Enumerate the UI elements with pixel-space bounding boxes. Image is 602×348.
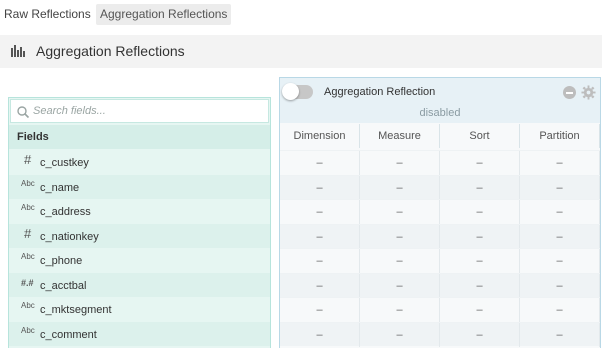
reflection-cell-dimension[interactable]: – <box>280 224 360 249</box>
field-row[interactable]: Abc c_comment <box>9 321 270 346</box>
search-placeholder: Search fields... <box>33 105 106 117</box>
reflection-cell-partition[interactable]: – <box>520 322 600 347</box>
remove-reflection-icon[interactable] <box>563 86 576 99</box>
field-row[interactable]: #.# c_acctbal <box>9 272 270 297</box>
reflection-cell-sort[interactable]: – <box>440 151 520 176</box>
aggregation-reflection-panel: Aggregation Reflection disabled Dimensio… <box>279 77 601 348</box>
field-name: c_custkey <box>40 157 89 169</box>
section-header: Aggregation Reflections <box>0 35 602 68</box>
field-name: c_address <box>40 206 91 218</box>
search-icon <box>17 106 30 119</box>
reflection-row: – – – – <box>280 199 600 225</box>
reflection-cell-sort[interactable]: – <box>440 273 520 298</box>
field-type-icon: Abc <box>21 178 35 188</box>
fields-panel: Search fields... Fields # c_custkey Abc c_n… <box>8 97 271 348</box>
reflection-cell-dimension[interactable]: – <box>280 298 360 323</box>
reflection-row: – – – – <box>280 223 600 249</box>
reflection-enable-toggle[interactable] <box>282 83 313 100</box>
reflection-row: – – – – <box>280 272 600 298</box>
reflection-cell-sort[interactable]: – <box>440 249 520 274</box>
reflection-cell-partition[interactable]: – <box>520 298 600 323</box>
field-type-icon: Abc <box>21 252 35 261</box>
tab-raw-reflections[interactable]: Raw Reflections <box>0 4 95 25</box>
search-input[interactable]: Search fields... <box>10 99 269 123</box>
reflection-cell-partition[interactable]: – <box>520 273 600 298</box>
reflection-row: – – – – <box>280 174 600 200</box>
reflection-cell-measure[interactable]: – <box>360 249 440 274</box>
reflection-cell-sort[interactable]: – <box>440 175 520 200</box>
reflection-row: – – – – <box>280 150 600 176</box>
field-type-icon: Abc <box>21 203 35 212</box>
reflection-cell-measure[interactable]: – <box>360 224 440 249</box>
reflection-cell-measure[interactable]: – <box>360 200 440 225</box>
field-name: c_nationkey <box>40 230 99 243</box>
gear-icon[interactable] <box>581 85 596 100</box>
reflection-tabs: Raw Reflections Aggregation Reflections <box>0 0 602 30</box>
fields-header: Fields <box>9 125 270 149</box>
field-row[interactable]: Abc c_mktsegment <box>9 297 270 322</box>
reflection-cell-sort[interactable]: – <box>440 298 520 323</box>
reflection-cell-measure[interactable]: – <box>360 322 440 347</box>
reflection-cell-measure[interactable]: – <box>360 151 440 176</box>
reflection-row: – – – – <box>280 297 600 323</box>
field-row[interactable]: Abc c_address <box>9 199 270 224</box>
reflection-cell-partition[interactable]: – <box>520 200 600 225</box>
reflection-cell-measure[interactable]: – <box>360 175 440 200</box>
field-row[interactable]: Abc c_phone <box>9 248 270 273</box>
reflection-cell-partition[interactable]: – <box>520 224 600 249</box>
column-header-sort: Sort <box>440 124 520 148</box>
reflection-cell-measure[interactable]: – <box>360 273 440 298</box>
field-name: c_comment <box>40 328 97 341</box>
field-row[interactable]: # c_custkey <box>9 150 270 175</box>
reflection-row: – – – – <box>280 248 600 274</box>
bar-chart-icon <box>11 45 25 57</box>
reflection-title: Aggregation Reflection <box>324 86 436 98</box>
tab-aggregation-reflections[interactable]: Aggregation Reflections <box>96 4 232 25</box>
reflection-cell-dimension[interactable]: – <box>280 151 360 176</box>
reflection-row: – – – – <box>280 321 600 347</box>
field-row[interactable]: Abc c_name <box>9 174 270 199</box>
column-header-dimension: Dimension <box>280 124 360 148</box>
reflection-cell-sort[interactable]: – <box>440 322 520 347</box>
field-type-icon: Abc <box>21 325 35 335</box>
reflection-cell-partition[interactable]: – <box>520 175 600 200</box>
reflection-cell-dimension[interactable]: – <box>280 322 360 347</box>
reflection-cell-dimension[interactable]: – <box>280 200 360 225</box>
field-type-icon: #.# <box>21 277 34 288</box>
section-title: Aggregation Reflections <box>36 43 185 59</box>
reflection-cell-measure[interactable]: – <box>360 298 440 323</box>
reflection-cell-dimension[interactable]: – <box>280 273 360 298</box>
field-name: c_name <box>40 181 80 194</box>
toggle-knob <box>282 83 299 100</box>
reflection-cell-partition[interactable]: – <box>520 249 600 274</box>
reflection-cell-dimension[interactable]: – <box>280 249 360 274</box>
reflection-cell-sort[interactable]: – <box>440 200 520 225</box>
field-row[interactable]: # c_nationkey <box>9 223 270 248</box>
column-header-measure: Measure <box>360 124 440 148</box>
column-header-partition: Partition <box>520 124 600 148</box>
field-type-icon: Abc <box>21 301 35 310</box>
reflection-cell-sort[interactable]: – <box>440 224 520 249</box>
reflection-cell-partition[interactable]: – <box>520 151 600 176</box>
field-name: c_phone <box>40 255 83 267</box>
reflection-header: Aggregation Reflection disabled <box>280 78 600 123</box>
reflection-cell-dimension[interactable]: – <box>280 175 360 200</box>
field-name: c_mktsegment <box>40 304 112 316</box>
reflection-status: disabled <box>419 107 461 119</box>
field-name: c_acctbal <box>40 279 87 292</box>
